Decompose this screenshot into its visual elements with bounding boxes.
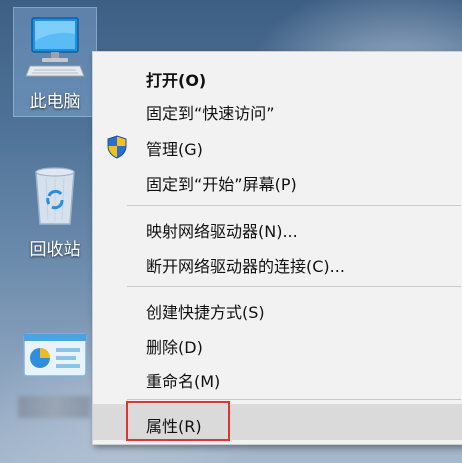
menu-item-pin-quick-access[interactable]: 固定到“快速访问” — [93, 93, 462, 127]
desktop-icon-control-panel[interactable] — [14, 326, 96, 426]
menu-separator — [127, 205, 461, 206]
obscured-icon-label — [18, 396, 90, 418]
desktop-icon-label: 此电脑 — [29, 92, 81, 112]
menu-item-pin-start[interactable]: 固定到“开始”屏幕(P) — [93, 164, 462, 198]
desktop-icon-this-pc[interactable]: 此电脑 — [13, 7, 97, 117]
menu-item-disconnect-network-drive[interactable]: 断开网络驱动器的连接(C)... — [93, 246, 462, 280]
menu-item-manage[interactable]: 管理(G) — [93, 129, 462, 163]
menu-item-delete[interactable]: 删除(D) — [93, 327, 462, 361]
menu-item-label: 打开(O) — [146, 71, 207, 90]
desktop-icon-recycle-bin[interactable]: 回收站 — [14, 162, 96, 272]
menu-separator — [127, 399, 461, 400]
menu-item-open[interactable]: 打开(O) — [93, 60, 462, 94]
uac-shield-icon — [107, 135, 127, 159]
menu-item-label: 重命名(M) — [146, 372, 221, 391]
menu-item-label: 删除(D) — [146, 338, 203, 357]
control-panel-icon — [23, 333, 87, 377]
menu-item-rename[interactable]: 重命名(M) — [93, 361, 462, 395]
context-menu: 打开(O) 固定到“快速访问” 管理(G) 固定到“开始”屏幕(P) 映射网络驱… — [92, 51, 462, 445]
recycle-bin-icon — [35, 167, 75, 225]
menu-item-map-network-drive[interactable]: 映射网络驱动器(N)... — [93, 211, 462, 245]
menu-item-label: 映射网络驱动器(N)... — [146, 222, 298, 241]
menu-item-label: 断开网络驱动器的连接(C)... — [146, 257, 345, 276]
menu-item-label: 创建快捷方式(S) — [146, 303, 265, 322]
computer-icon — [25, 17, 85, 77]
menu-item-label: 固定到“开始”屏幕(P) — [146, 175, 297, 194]
menu-item-create-shortcut[interactable]: 创建快捷方式(S) — [93, 292, 462, 326]
menu-item-label: 固定到“快速访问” — [146, 104, 275, 123]
menu-item-label: 管理(G) — [146, 140, 203, 159]
desktop-icon-label: 回收站 — [29, 240, 81, 260]
menu-separator — [127, 286, 461, 287]
annotation-highlight-box — [126, 401, 230, 441]
